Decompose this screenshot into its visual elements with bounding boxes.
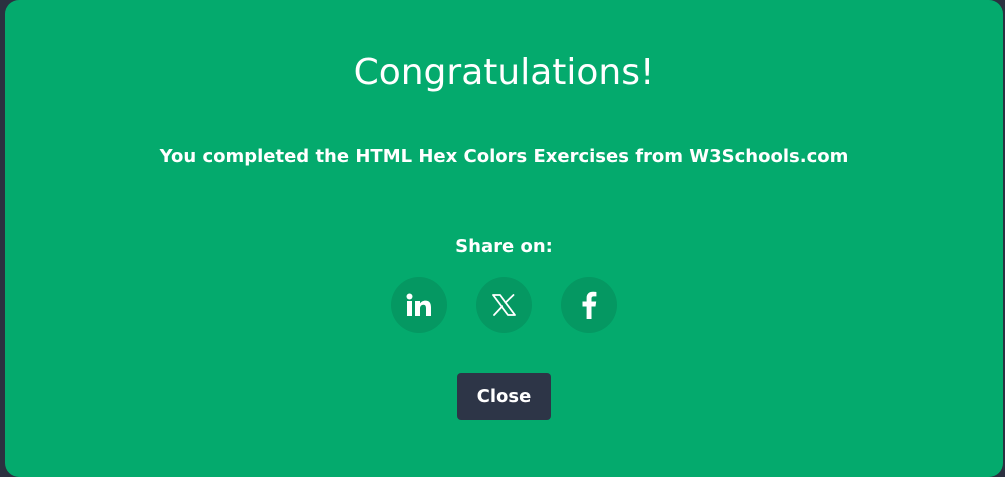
share-linkedin-button[interactable] (391, 277, 447, 333)
share-label: Share on: (455, 236, 553, 257)
modal-title: Congratulations! (353, 52, 655, 93)
facebook-icon (581, 291, 597, 319)
share-facebook-button[interactable] (561, 277, 617, 333)
share-buttons (5, 277, 1003, 333)
completion-message: You completed the HTML Hex Colors Exerci… (159, 146, 849, 167)
share-x-button[interactable] (476, 277, 532, 333)
close-button[interactable]: Close (457, 373, 551, 420)
linkedin-icon (406, 293, 432, 317)
x-icon (492, 294, 516, 316)
congratulations-modal: Congratulations! You completed the HTML … (5, 0, 1003, 477)
